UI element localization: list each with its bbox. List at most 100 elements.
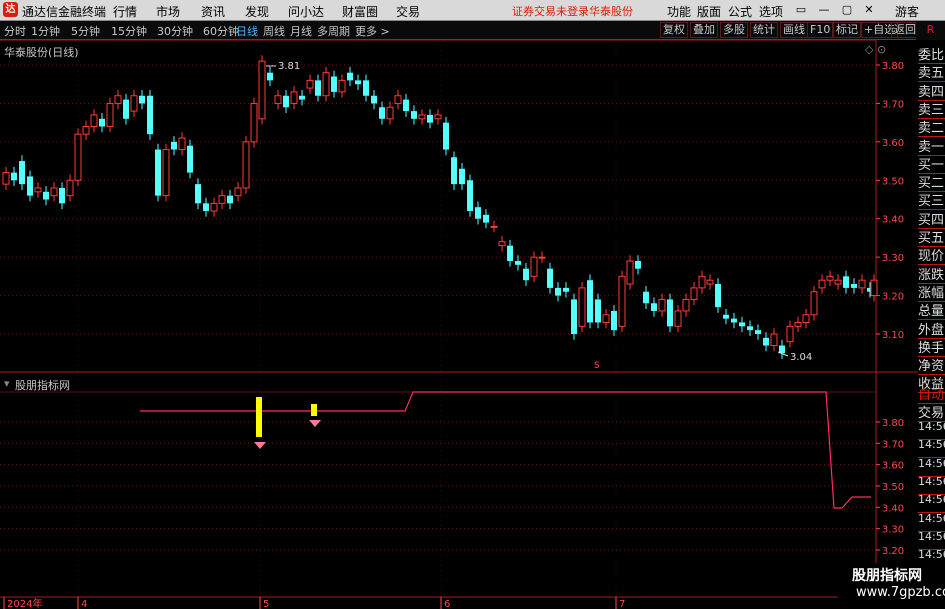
candle-body <box>338 79 346 93</box>
main-tick-label: 3.60 <box>882 138 904 149</box>
candle-body <box>250 102 258 143</box>
candle-body <box>467 180 473 212</box>
quote-label: 委比 <box>918 44 945 64</box>
candle-body <box>490 225 498 228</box>
candle-body <box>123 99 129 119</box>
candle-body <box>234 187 242 197</box>
candle-body <box>843 276 849 288</box>
candle-body <box>19 161 25 185</box>
candle-body <box>483 214 489 223</box>
candle-body <box>723 314 729 319</box>
candle-body <box>451 157 457 185</box>
candle-body <box>106 102 114 127</box>
candle-body <box>690 287 698 300</box>
candle-body <box>210 202 218 212</box>
quote-label: 外盘 <box>918 319 945 339</box>
quote-label: 净资 <box>918 355 945 376</box>
candle-body <box>74 133 82 181</box>
candle-body <box>418 114 426 120</box>
xaxis-label: 5 <box>263 599 269 609</box>
candle-body <box>834 279 842 285</box>
main-tick-label: 3.30 <box>882 253 904 264</box>
candle-body <box>11 172 17 181</box>
trade-time: 14:56 <box>918 457 945 477</box>
candle-body <box>802 314 810 323</box>
sub-tick-label: 3.50 <box>882 482 904 493</box>
candle-body <box>187 145 193 173</box>
candle-body <box>851 284 857 288</box>
quote-label: 换手 <box>918 337 945 357</box>
candle-body <box>698 275 706 289</box>
chart-setting-icon[interactable]: ◇ ⊙ <box>865 43 886 56</box>
indicator-line <box>140 391 871 509</box>
candle-body <box>90 114 98 127</box>
candle-body <box>178 137 186 151</box>
candle-body <box>770 333 778 347</box>
sub-chart-collapse-icon[interactable]: ▾ <box>4 377 10 390</box>
candle-body <box>371 95 377 104</box>
main-tick-label: 3.50 <box>882 176 904 187</box>
candle-body <box>755 330 761 334</box>
watermark: 股朋指标网 www.7gpzb.com <box>838 563 945 609</box>
candle-body <box>555 287 561 296</box>
main-tick-label: 3.40 <box>882 215 904 226</box>
main-tick-label: 3.80 <box>882 61 904 72</box>
candle-body <box>171 141 177 150</box>
quote-label: 买三 <box>918 190 945 211</box>
candle-body <box>547 268 553 288</box>
quote-label: 现价 <box>918 245 945 266</box>
candle-body <box>658 298 666 312</box>
trade-time: 14:56 <box>918 420 945 440</box>
quote-label: 卖一 <box>918 136 945 156</box>
candle-body <box>203 203 209 212</box>
diamond-icon <box>309 420 321 427</box>
candle-body <box>595 299 601 323</box>
candle-body <box>538 256 546 259</box>
candle-body <box>858 279 866 289</box>
kline-chart[interactable]: 3.80 3.70 3.60 3.50 3.40 3.30 3.20 3.10 3.80 3.70… <box>0 0 918 609</box>
signal-s-marker: S <box>594 361 600 371</box>
xaxis-label: 2024年 <box>7 597 42 609</box>
candle-body <box>507 245 513 261</box>
candle-body <box>706 279 714 285</box>
quote-label: 卖五 <box>918 62 945 83</box>
candle-body <box>147 95 153 135</box>
trade-time: 14:56 <box>918 530 945 550</box>
candle-body <box>306 79 314 89</box>
candle-body <box>27 176 33 196</box>
candle-body <box>443 122 449 150</box>
main-tick-label: 3.10 <box>882 330 904 341</box>
candle-body <box>114 95 122 104</box>
signal-bar <box>311 404 317 416</box>
main-chart-title: 华泰股份(日线) <box>4 46 79 59</box>
trade-time: 14:56 <box>918 438 945 459</box>
candle-body <box>578 287 586 327</box>
candle-body <box>715 284 721 308</box>
quote-label: 涨幅 <box>918 282 945 302</box>
candle-body <box>779 345 785 354</box>
candle-body <box>794 321 802 327</box>
trade-time: 14:56 <box>918 512 945 532</box>
candle-body <box>747 326 753 331</box>
sub-tick-label: 3.70 <box>882 439 904 450</box>
candle-body <box>427 114 433 123</box>
trade-time: 14:56 <box>918 475 945 495</box>
candle-body <box>611 310 617 331</box>
watermark-title: 股朋指标网 <box>852 568 922 584</box>
candle-body <box>411 111 417 119</box>
candle-body <box>347 72 353 81</box>
candle-body <box>66 179 74 197</box>
trade-label: 交易 <box>918 402 945 422</box>
auto-trade-label[interactable]: 自动 <box>918 384 945 404</box>
sub-tick-label: 3.20 <box>882 546 904 557</box>
candle-body <box>355 80 361 85</box>
candle-body <box>403 99 409 112</box>
candle-body <box>283 95 289 108</box>
candle-body <box>218 195 226 204</box>
candle-body <box>651 303 657 311</box>
right-panel-tab[interactable]: R <box>916 21 945 40</box>
quote-label: 卖三 <box>918 99 945 119</box>
sub-tick-label: 3.80 <box>882 418 904 429</box>
diamond-icon <box>254 442 266 449</box>
sub-chart-title: 股朋指标网 <box>15 379 70 392</box>
